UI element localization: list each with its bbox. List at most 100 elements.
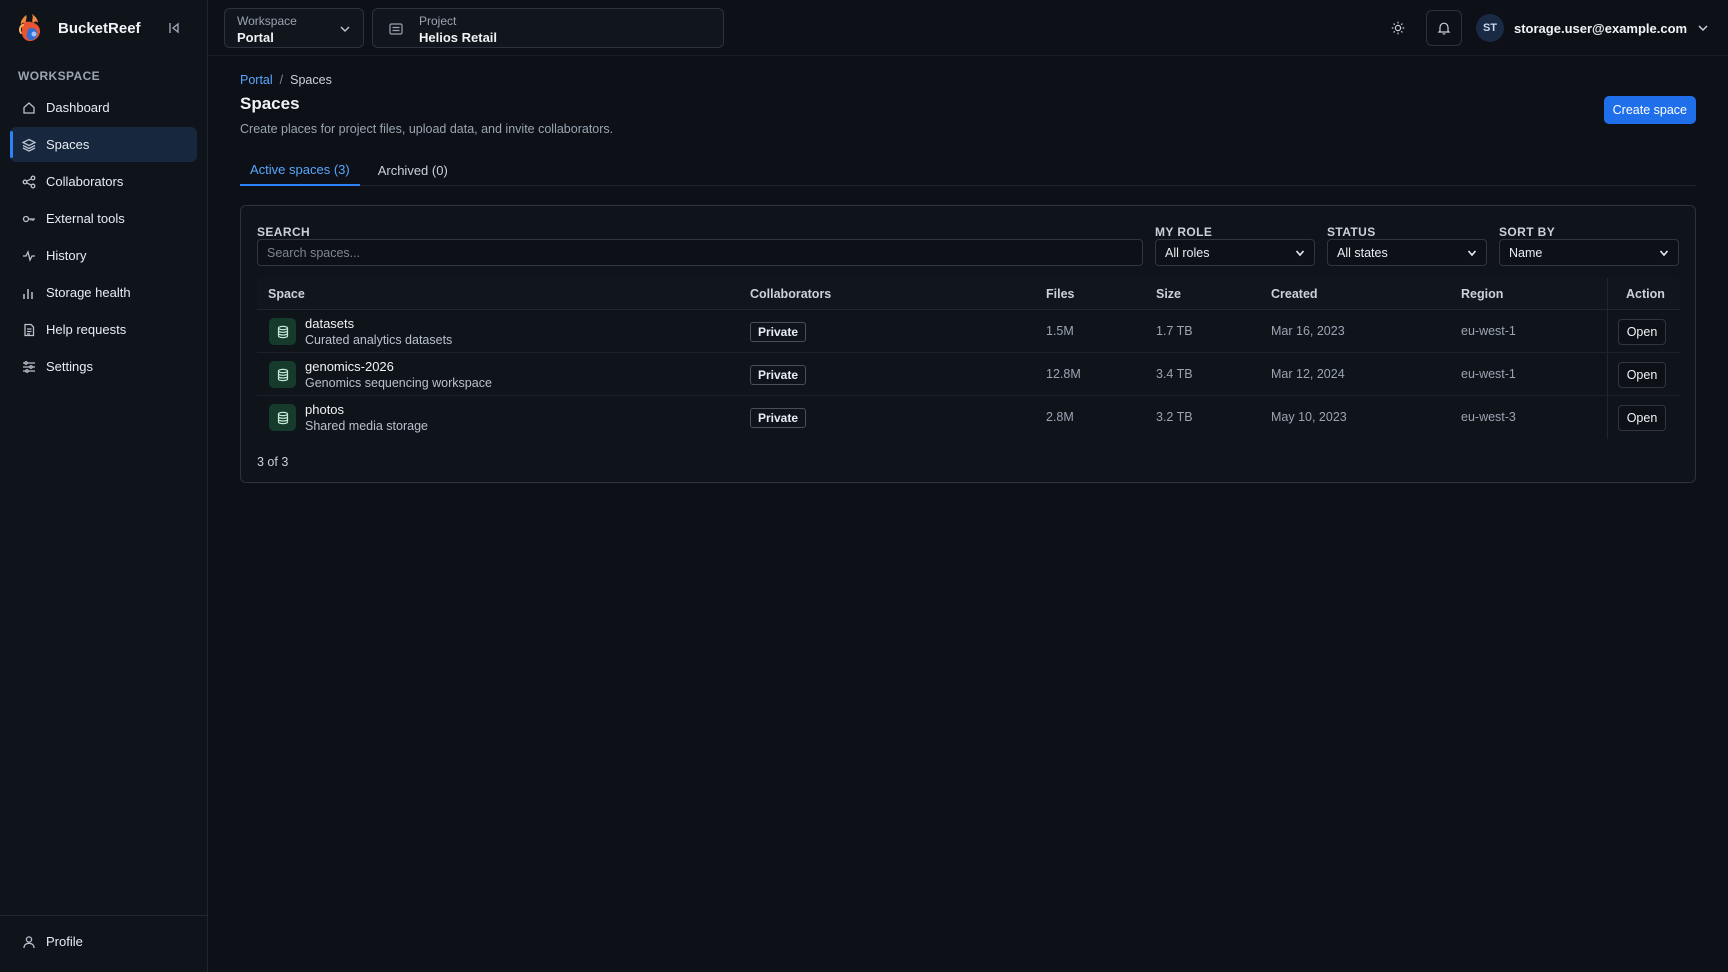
space-name[interactable]: datasets bbox=[305, 316, 354, 331]
chevron-down-icon bbox=[1698, 25, 1708, 32]
space-description: Genomics sequencing workspace bbox=[305, 376, 492, 390]
project-label: Project bbox=[419, 14, 457, 28]
user-icon bbox=[23, 935, 35, 948]
role-filter-select[interactable]: All roles bbox=[1155, 239, 1315, 266]
sidebar-item-spaces[interactable]: Spaces bbox=[10, 127, 197, 162]
sidebar-item-label: Storage health bbox=[46, 285, 131, 300]
sidebar-section-label: WORKSPACE bbox=[18, 69, 101, 83]
action-column-divider bbox=[1607, 353, 1608, 395]
space-name[interactable]: photos bbox=[305, 402, 344, 417]
search-input[interactable] bbox=[257, 239, 1143, 266]
open-button[interactable]: Open bbox=[1618, 319, 1666, 345]
size-value: 3.4 TB bbox=[1156, 367, 1193, 381]
breadcrumb-current: Spaces bbox=[290, 73, 332, 87]
size-value: 3.2 TB bbox=[1156, 410, 1193, 424]
visibility-badge: Private bbox=[750, 365, 807, 385]
table-header: Space Collaborators Files Size Created R… bbox=[257, 278, 1680, 310]
brand[interactable]: BucketReef bbox=[18, 10, 141, 46]
activity-icon bbox=[23, 249, 35, 262]
breadcrumb-separator: / bbox=[279, 73, 284, 87]
chevron-down-icon bbox=[1467, 249, 1477, 256]
tab-active-spaces[interactable]: Active spaces (3) bbox=[240, 154, 360, 186]
page-title: Spaces bbox=[240, 94, 300, 113]
status-filter-select[interactable]: All states bbox=[1327, 239, 1487, 266]
column-header-collaborators[interactable]: Collaborators bbox=[750, 287, 831, 301]
region-value: eu-west-1 bbox=[1461, 324, 1516, 338]
chevron-down-icon bbox=[340, 26, 350, 33]
sidebar-item-label: Settings bbox=[46, 359, 93, 374]
sort-value: Name bbox=[1509, 245, 1543, 260]
topbar: Workspace Portal Project Helios Retail S… bbox=[208, 0, 1728, 56]
project-value: Helios Retail bbox=[419, 30, 498, 45]
sidebar-item-label: Spaces bbox=[46, 137, 90, 152]
create-space-button[interactable]: Create space bbox=[1603, 96, 1696, 124]
sort-label: SORT BY bbox=[1499, 225, 1556, 239]
database-icon bbox=[269, 318, 296, 345]
database-icon bbox=[269, 361, 296, 388]
open-button[interactable]: Open bbox=[1618, 362, 1666, 388]
sidebar-item-storage-health[interactable]: Storage health bbox=[10, 275, 197, 310]
action-column-divider bbox=[1607, 278, 1608, 309]
space-description: Curated analytics datasets bbox=[305, 333, 453, 347]
result-count: 3 of 3 bbox=[257, 455, 289, 469]
bar-chart-icon bbox=[23, 288, 33, 299]
table-row: photos Shared media storage Private 2.8M… bbox=[257, 396, 1680, 439]
home-icon bbox=[23, 101, 35, 114]
sidebar-item-dashboard[interactable]: Dashboard bbox=[10, 90, 197, 125]
column-header-space[interactable]: Space bbox=[268, 287, 305, 301]
user-menu[interactable]: ST storage.user@example.com bbox=[1476, 14, 1709, 42]
sidebar-item-external-tools[interactable]: External tools bbox=[10, 201, 197, 236]
visibility-badge: Private bbox=[750, 408, 807, 428]
space-name[interactable]: genomics-2026 bbox=[305, 359, 394, 374]
status-filter-value: All states bbox=[1337, 245, 1388, 260]
tabs: Active spaces (3) Archived (0) bbox=[240, 154, 1696, 186]
chevron-down-icon bbox=[1295, 249, 1305, 256]
project-selector[interactable]: Project Helios Retail bbox=[372, 8, 724, 48]
region-value: eu-west-1 bbox=[1461, 367, 1516, 381]
role-filter-label: MY ROLE bbox=[1155, 225, 1213, 239]
sliders-icon bbox=[23, 360, 35, 373]
database-icon bbox=[269, 404, 296, 431]
project-icon bbox=[385, 19, 407, 39]
table-row: datasets Curated analytics datasets Priv… bbox=[257, 310, 1680, 353]
sidebar-footer: Profile bbox=[0, 915, 207, 972]
files-count: 1.5M bbox=[1046, 324, 1074, 338]
column-header-created[interactable]: Created bbox=[1271, 287, 1318, 301]
size-value: 1.7 TB bbox=[1156, 324, 1193, 338]
collapse-sidebar-button[interactable] bbox=[164, 18, 184, 38]
breadcrumb: Portal / Spaces bbox=[240, 73, 332, 87]
share-icon bbox=[22, 175, 36, 188]
tab-archived[interactable]: Archived (0) bbox=[368, 154, 458, 186]
bell-icon bbox=[1437, 22, 1451, 35]
workspace-selector[interactable]: Workspace Portal bbox=[224, 8, 364, 48]
sidebar-item-profile[interactable]: Profile bbox=[22, 934, 83, 949]
spaces-table: Space Collaborators Files Size Created R… bbox=[257, 278, 1680, 439]
files-count: 2.8M bbox=[1046, 410, 1074, 424]
sidebar-item-help-requests[interactable]: Help requests bbox=[10, 312, 197, 347]
role-filter-value: All roles bbox=[1165, 245, 1210, 260]
sort-select[interactable]: Name bbox=[1499, 239, 1679, 266]
table-row: genomics-2026 Genomics sequencing worksp… bbox=[257, 353, 1680, 396]
sidebar-nav: Dashboard Spaces Collaborators External … bbox=[10, 90, 197, 386]
action-column-divider bbox=[1607, 396, 1608, 439]
breadcrumb-portal-link[interactable]: Portal bbox=[240, 73, 273, 87]
avatar: ST bbox=[1476, 14, 1504, 42]
column-header-size[interactable]: Size bbox=[1156, 287, 1181, 301]
user-email: storage.user@example.com bbox=[1514, 20, 1688, 36]
layers-icon bbox=[22, 138, 36, 152]
sidebar-item-collaborators[interactable]: Collaborators bbox=[10, 164, 197, 199]
sun-icon bbox=[1391, 21, 1405, 35]
notifications-button[interactable] bbox=[1426, 10, 1462, 46]
sidebar-item-settings[interactable]: Settings bbox=[10, 349, 197, 384]
sidebar-item-label: Collaborators bbox=[46, 174, 124, 189]
page-description: Create places for project files, upload … bbox=[240, 122, 614, 136]
workspace-label: Workspace bbox=[237, 14, 297, 28]
column-header-files[interactable]: Files bbox=[1046, 287, 1075, 301]
sidebar-item-history[interactable]: History bbox=[10, 238, 197, 273]
column-header-region[interactable]: Region bbox=[1461, 287, 1503, 301]
sidebar: BucketReef WORKSPACE Dashboard Spaces Co… bbox=[0, 0, 208, 972]
spaces-card: SEARCH MY ROLE All roles STATUS All stat… bbox=[240, 205, 1696, 483]
sidebar-item-label: Dashboard bbox=[46, 100, 110, 115]
theme-toggle-button[interactable] bbox=[1386, 16, 1410, 40]
open-button[interactable]: Open bbox=[1618, 405, 1666, 431]
